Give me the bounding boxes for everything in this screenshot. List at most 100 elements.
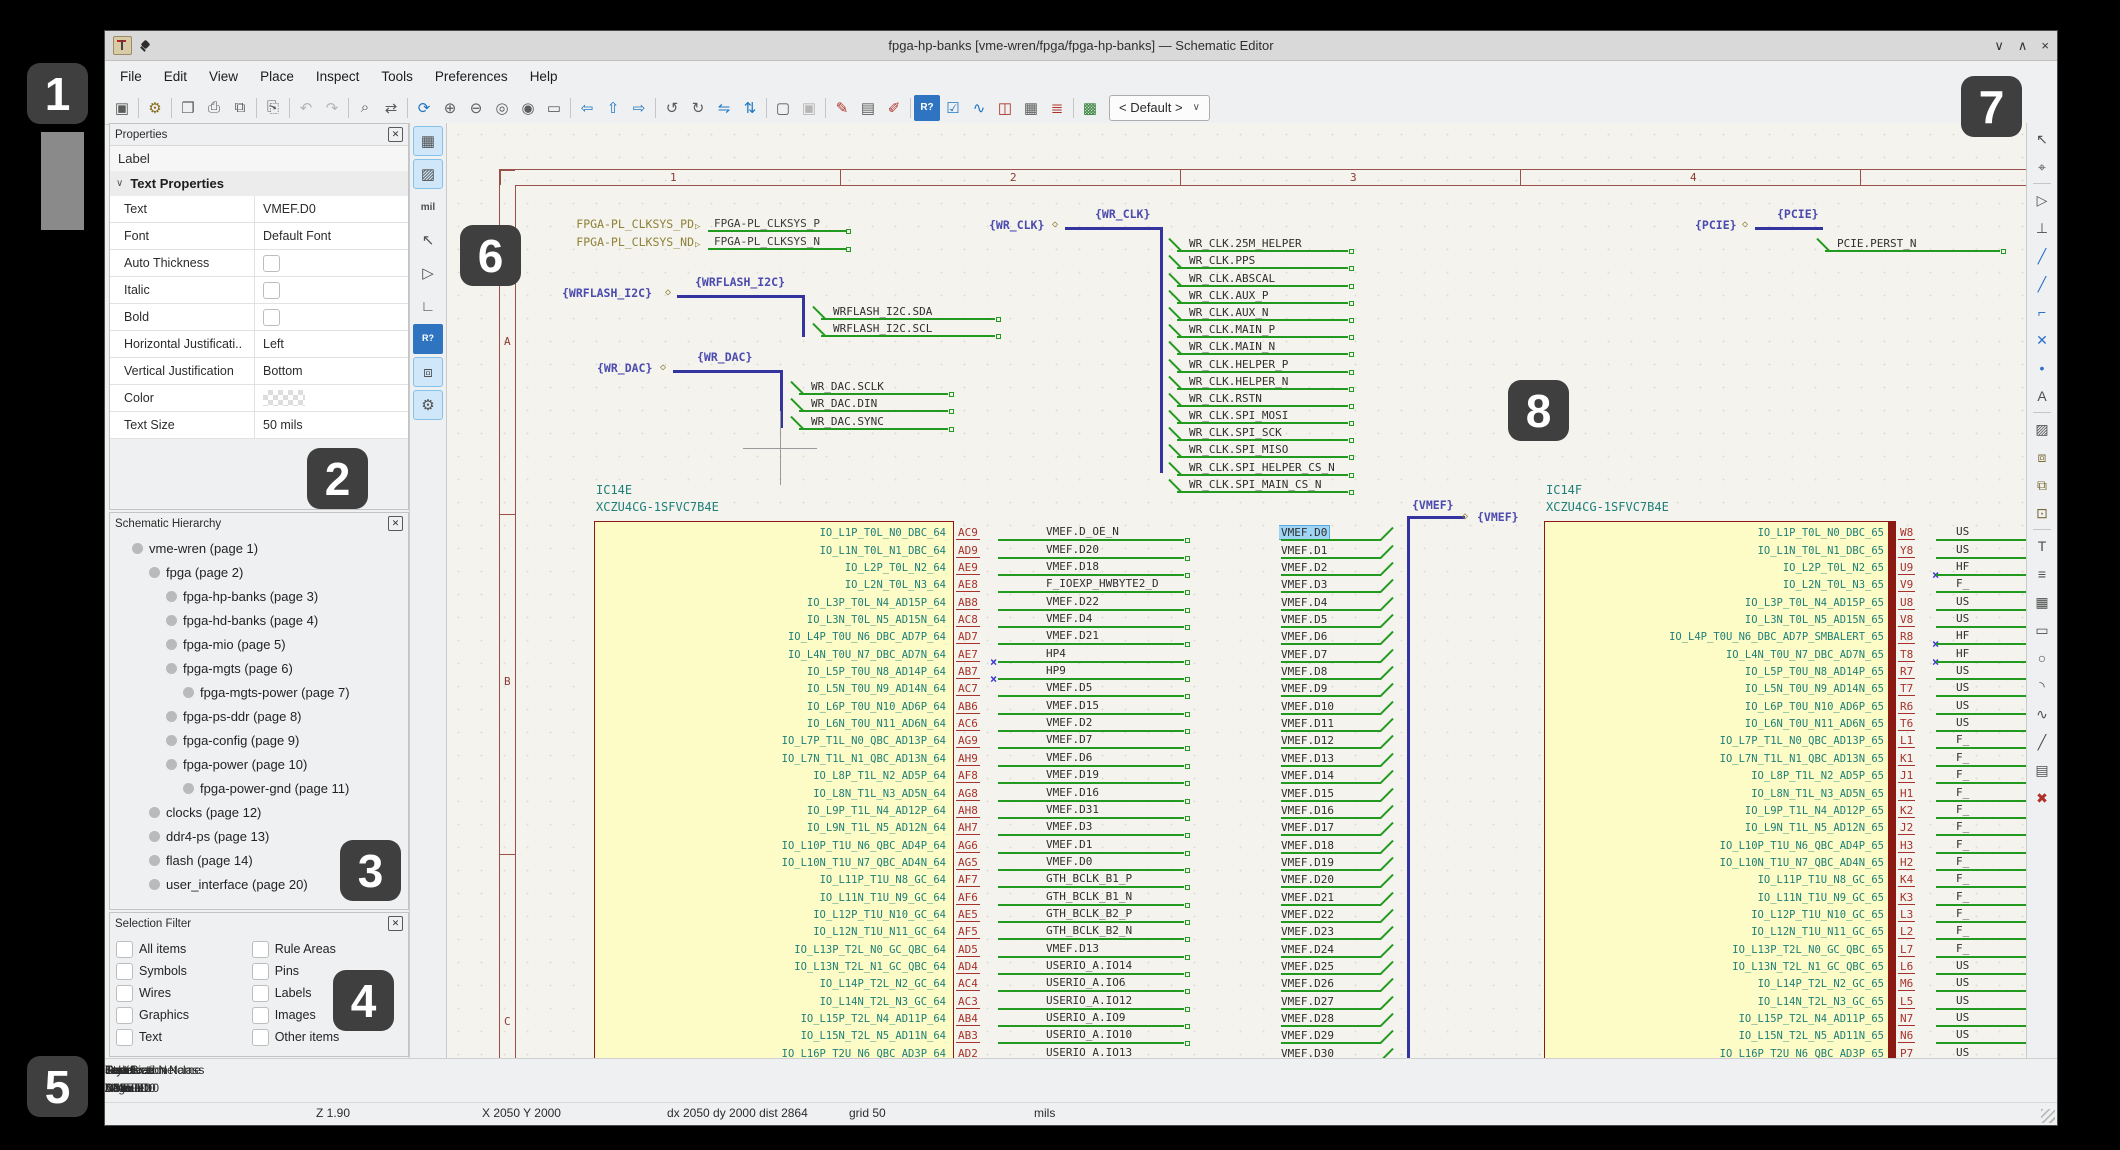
cursor-shape-button[interactable]: ↖ (413, 225, 443, 255)
pin-number[interactable]: AD5 (956, 943, 980, 957)
find-button[interactable]: ⌕ (352, 95, 378, 121)
IO_L11P_T1U_N8_GC_65[interactable]: IO_L11P_T1U_N8_GC_65 K4 × F_ (1544, 871, 2026, 888)
net-label[interactable]: F_ (1956, 768, 1969, 781)
net-label[interactable]: VMEF.D29 (1279, 1029, 1336, 1042)
net-label[interactable]: HF (1956, 647, 1969, 660)
net-label[interactable]: F_ (1956, 803, 1969, 816)
bus-member-row[interactable]: WR_CLK.PPS (1175, 252, 1357, 269)
IO_L14P_T2L_N2_GC_64[interactable]: IO_L14P_T2L_N2_GC_64 AC4 × USERIO_A.IO6 (594, 975, 1194, 992)
pin-number[interactable]: T7 (1898, 682, 1915, 696)
IO_L5P_T0U_N8_AD14P_65[interactable]: IO_L5P_T0U_N8_AD14P_65 R7 × US (1544, 663, 2026, 680)
bezier-tool-button[interactable]: ∿ (2030, 702, 2054, 726)
symbol-library-browser-button[interactable]: ▤ (855, 95, 881, 121)
draw-wire-button[interactable]: ╱ (2030, 244, 2054, 268)
bus-member-row[interactable]: WR_CLK.MAIN_P (1175, 321, 1357, 338)
net-label[interactable]: HP9 (1046, 664, 1066, 677)
text-tool-button[interactable]: T (2030, 534, 2054, 558)
net-row[interactable]: VMEF.D28 (1279, 1010, 1409, 1027)
net-row[interactable]: VMEF.D19 (1279, 854, 1409, 871)
pin-number[interactable]: AC7 (956, 682, 980, 696)
IO_L11N_T1U_N9_GC_64[interactable]: IO_L11N_T1U_N9_GC_64 AF6 × GTH_BCLK_B1_N (594, 888, 1194, 905)
net-label[interactable]: VMEF.D12 (1279, 734, 1336, 747)
net-label[interactable]: F_ (1956, 872, 1969, 885)
pin-number[interactable]: AD4 (956, 960, 980, 974)
property-row[interactable]: Horizontal Justificati.. Left (110, 331, 408, 358)
pin-number[interactable]: V8 (1898, 613, 1915, 627)
hierarchical-sheet-button[interactable]: ⧈ (2030, 445, 2054, 469)
hierarchy-item[interactable]: ∨ fpga-hp-banks (page 3) (110, 584, 408, 608)
close-icon[interactable]: ✕ (388, 516, 403, 531)
bus-member-row[interactable]: WR_CLK.SPI_MISO (1175, 441, 1357, 458)
hierarchy-item[interactable]: ∨ clocks (page 12) (110, 800, 408, 824)
IO_L13P_T2L_N0_GC_QBC_65[interactable]: IO_L13P_T2L_N0_GC_QBC_65 L7 × F_ (1544, 940, 2026, 957)
checkbox[interactable] (252, 1007, 269, 1024)
mirror-v-button[interactable]: ⇅ (737, 95, 763, 121)
pin-number[interactable]: AE9 (956, 561, 980, 575)
net-label[interactable]: WR_CLK.MAIN_N (1189, 340, 1275, 353)
checkbox[interactable] (252, 1029, 269, 1046)
net-label[interactable]: VMEF.D31 (1046, 803, 1099, 816)
toolbar-button[interactable] (1073, 98, 1074, 118)
bus-member-row[interactable]: WR_CLK.SPI_HELPER_CS_N (1175, 458, 1357, 475)
menu-tools[interactable]: Tools (372, 65, 422, 88)
IO_L15P_T2L_N4_AD11P_65[interactable]: IO_L15P_T2L_N4_AD11P_65 N7 × US (1544, 1010, 2026, 1027)
net-label[interactable]: VMEF.D14 (1279, 769, 1336, 782)
property-value[interactable] (255, 255, 280, 272)
net-label[interactable]: WR_CLK.SPI_MAIN_CS_N (1189, 478, 1321, 491)
pin-number[interactable]: AG5 (956, 856, 980, 870)
bus-member-row[interactable]: WR_CLK.HELPER_N (1175, 373, 1357, 390)
bus-member-row[interactable]: WR_DAC.DIN (797, 395, 957, 412)
net-label[interactable]: WR_CLK.SPI_MOSI (1189, 409, 1288, 422)
no-connect-button[interactable]: ✕ (2030, 328, 2054, 352)
net-label[interactable]: HF (1956, 560, 1969, 573)
net-label[interactable]: F_IOEXP_HWBYTE2_D (1046, 577, 1159, 590)
net-label[interactable]: VMEF.D21 (1279, 891, 1336, 904)
net-label[interactable]: US (1956, 543, 1969, 556)
toolbar-button[interactable] (407, 98, 408, 118)
net-label[interactable]: VMEF.D13 (1046, 942, 1099, 955)
IO_L11N_T1U_N9_GC_65[interactable]: IO_L11N_T1U_N9_GC_65 K3 × F_ (1544, 888, 2026, 905)
net-label[interactable]: VMEF.D_OE_N (1046, 525, 1119, 538)
bus-member-row[interactable]: WR_CLK.HELPER_P (1175, 355, 1357, 372)
net-row[interactable]: VMEF.D2 (1279, 559, 1409, 576)
IO_L9N_T1L_N5_AD12N_65[interactable]: IO_L9N_T1L_N5_AD12N_65 J2 × F_ (1544, 819, 2026, 836)
zoom-objects-button[interactable]: ◉ (515, 95, 541, 121)
net-label[interactable]: VMEF.D22 (1046, 595, 1099, 608)
net-row[interactable]: VMEF.D14 (1279, 767, 1409, 784)
net-label[interactable]: US (1956, 681, 1969, 694)
net-row[interactable]: VMEF.D0 (1279, 524, 1409, 541)
place-power-button[interactable]: ⊥ (2030, 216, 2054, 240)
hierarchy-item[interactable]: ∨ fpga-mgts-power (page 7) (110, 680, 408, 704)
net-label[interactable]: VMEF.D25 (1279, 960, 1336, 973)
IO_L10N_T1U_N7_QBC_AD4N_65[interactable]: IO_L10N_T1U_N7_QBC_AD4N_65 H2 × F_ (1544, 854, 2026, 871)
pcb-editor-button[interactable]: ▩ (1077, 95, 1103, 121)
net-label[interactable]: VMEF.D5 (1046, 681, 1092, 694)
menu-help[interactable]: Help (521, 65, 567, 88)
IO_L13N_T2L_N1_GC_QBC_65[interactable]: IO_L13N_T2L_N1_GC_QBC_65 L6 × US (1544, 958, 2026, 975)
bus-member-row[interactable]: WR_CLK.AUX_N (1175, 304, 1357, 321)
bus-alias-label[interactable]: {WR_CLK} (1095, 207, 1150, 221)
filter-item[interactable]: Wires (116, 982, 252, 1004)
net-row[interactable]: VMEF.D25 (1279, 958, 1409, 975)
pin-number[interactable]: M6 (1898, 977, 1915, 991)
schematic-setup-button[interactable]: ⚙ (142, 95, 168, 121)
net-row[interactable]: VMEF.D5 (1279, 611, 1409, 628)
filter-item[interactable]: Rule Areas (252, 938, 402, 960)
close-icon[interactable]: ✕ (388, 916, 403, 931)
IO_L6N_T0U_N11_AD6N_65[interactable]: IO_L6N_T0U_N11_AD6N_65 T6 × US (1544, 715, 2026, 732)
IO_L10P_T1U_N6_QBC_AD4P_64[interactable]: IO_L10P_T1U_N6_QBC_AD4P_64 AG6 × VMEF.D1 (594, 836, 1194, 853)
net-label[interactable]: US (1956, 716, 1969, 729)
net-label[interactable]: F_ (1956, 733, 1969, 746)
IO_L16P_T2U_N6_QBC_AD3P_65[interactable]: IO_L16P_T2U_N6_QBC_AD3P_65 P7 × US (1544, 1044, 2026, 1059)
menu-place[interactable]: Place (251, 65, 303, 88)
net-label[interactable]: US (1956, 664, 1969, 677)
checkbox[interactable] (263, 282, 280, 299)
net-label[interactable]: WR_CLK.25M_HELPER (1189, 237, 1302, 250)
plot-button[interactable]: ⧉ (227, 95, 253, 121)
pin-number[interactable]: R7 (1898, 665, 1915, 679)
pin-number[interactable]: L6 (1898, 960, 1915, 974)
mirror-h-button[interactable]: ⇋ (711, 95, 737, 121)
net-label[interactable]: WR_CLK.SPI_SCK (1189, 426, 1282, 439)
property-row[interactable]: Italic (110, 277, 408, 304)
IO_L15N_T2L_N5_AD11N_65[interactable]: IO_L15N_T2L_N5_AD11N_65 N6 × US (1544, 1027, 2026, 1044)
